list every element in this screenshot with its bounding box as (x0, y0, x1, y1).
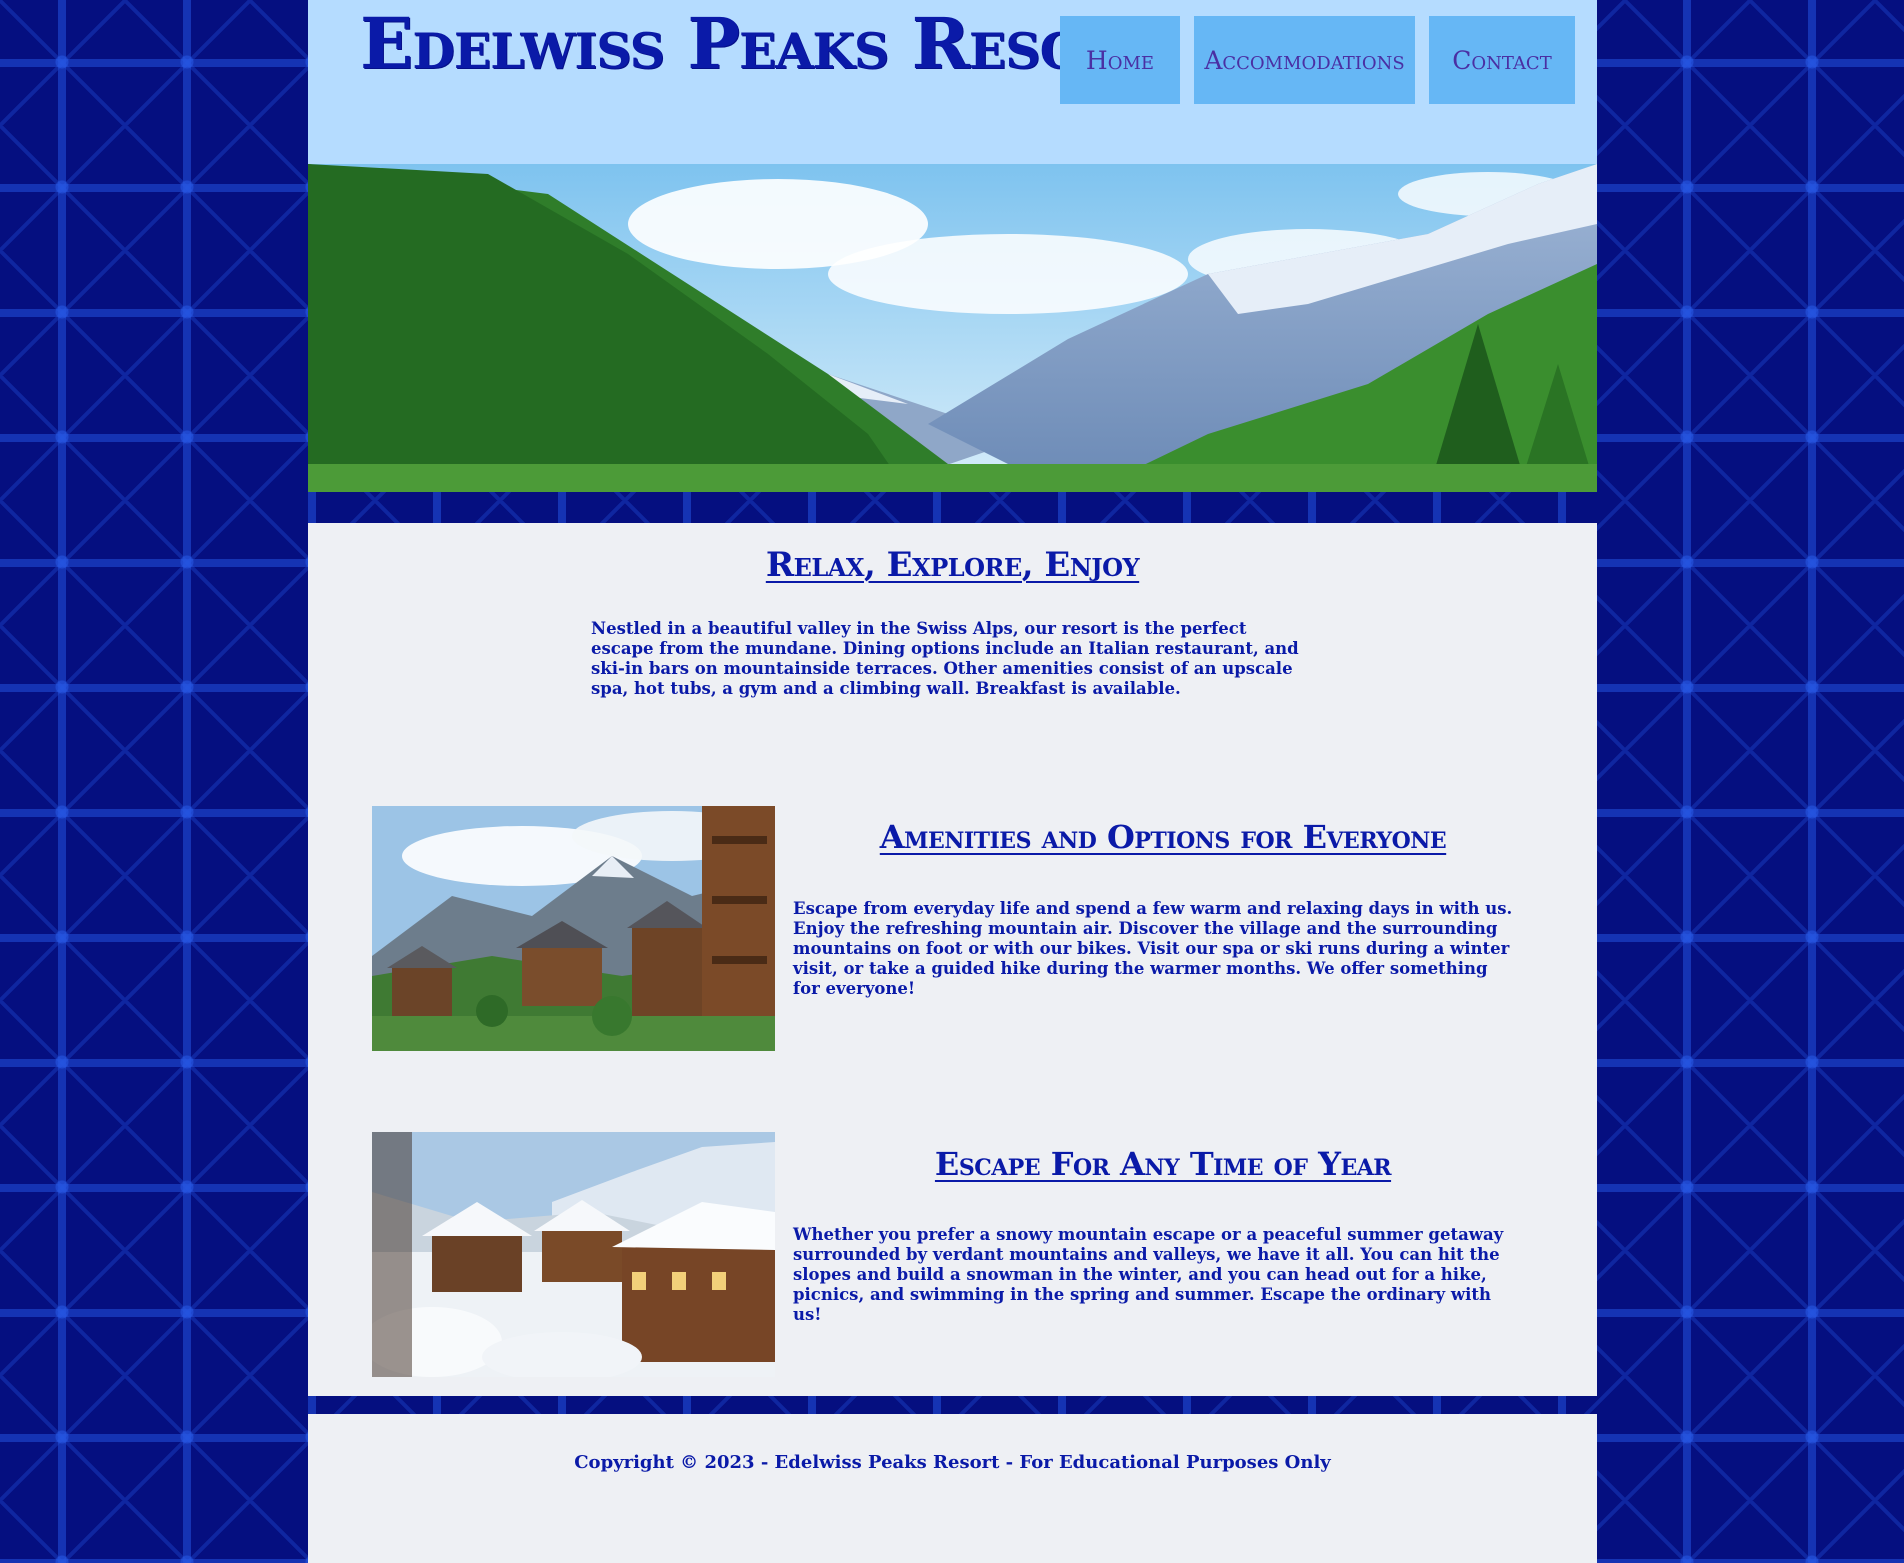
copyright-text: Copyright © 2023 - Edelwiss Peaks Resort… (574, 1452, 1331, 1473)
site-title: Edelwiss Peaks Resort (360, 2, 1157, 85)
amenities-paragraph: Escape from everyday life and spend a fe… (793, 899, 1513, 998)
intro-paragraph: Nestled in a beautiful valley in the Swi… (591, 619, 1299, 698)
winter-village-image (372, 1132, 775, 1377)
nav-home-link[interactable]: Home (1060, 16, 1180, 104)
nav-accommodations-link[interactable]: Accommodations (1194, 16, 1415, 104)
escape-paragraph: Whether you prefer a snowy mountain esca… (793, 1225, 1504, 1324)
escape-heading: Escape For Any Time of Year (934, 1145, 1392, 1183)
main-nav: Home Accommodations Contact (1060, 16, 1575, 104)
intro-heading: Relax, Explore, Enjoy (765, 545, 1140, 585)
nav-contact-link[interactable]: Contact (1429, 16, 1575, 104)
hero-mountain-image (308, 164, 1597, 492)
amenities-heading: Amenities and Options for Everyone (879, 818, 1447, 856)
page-container: Edelwiss Peaks Resort Home Accommodation… (308, 0, 1597, 1563)
summer-village-image (372, 806, 775, 1051)
main-content: Relax, Explore, Enjoy Nestled in a beaut… (308, 523, 1597, 1396)
site-header: Edelwiss Peaks Resort Home Accommodation… (308, 0, 1597, 164)
site-footer: Copyright © 2023 - Edelwiss Peaks Resort… (308, 1414, 1597, 1563)
